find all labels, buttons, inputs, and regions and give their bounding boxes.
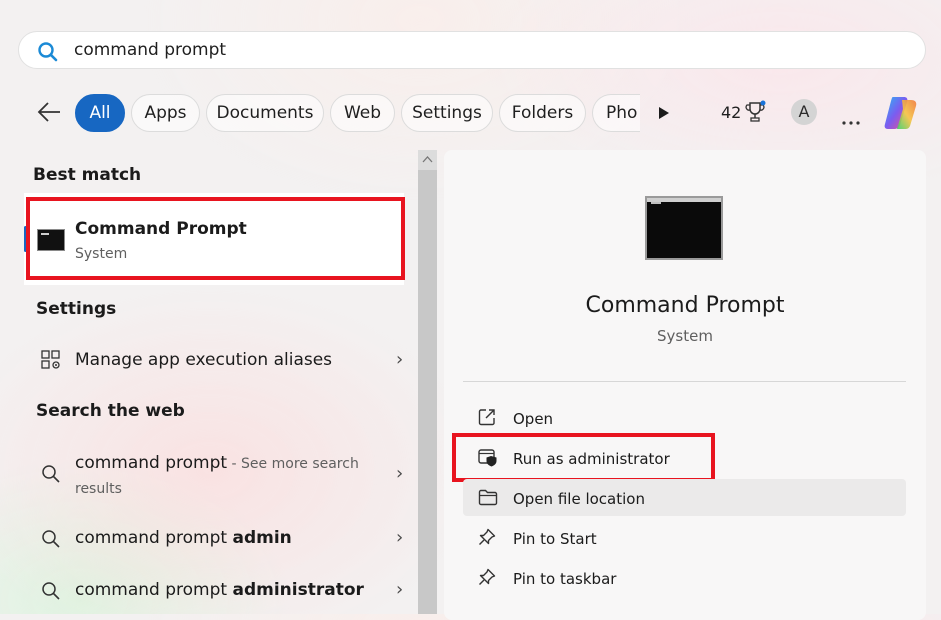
detail-subtitle: System (657, 327, 713, 345)
settings-result-label: Manage app execution aliases (75, 350, 333, 370)
results-scrollbar[interactable] (418, 150, 437, 614)
web-result-query: command prompt (75, 580, 233, 600)
best-match-heading: Best match (33, 165, 142, 185)
filter-tab-documents[interactable]: Documents (206, 94, 324, 132)
chevron-right-icon: › (396, 349, 404, 370)
web-result-query: command prompt (75, 528, 233, 548)
copilot-icon[interactable] (882, 95, 920, 135)
action-open-file-location-label: Open file location (513, 490, 645, 508)
web-result-bold-term: admin (232, 528, 292, 548)
detail-divider (463, 381, 906, 382)
web-result-suffix: - See more search (227, 456, 359, 472)
search-icon (41, 464, 61, 488)
search-icon (41, 529, 61, 553)
detail-title: Command Prompt (585, 293, 785, 318)
search-web-heading: Search the web (36, 401, 185, 421)
search-icon (41, 581, 61, 605)
pin-icon (478, 568, 496, 590)
scroll-filters-right-icon[interactable] (658, 105, 670, 124)
open-external-icon (478, 408, 496, 430)
filter-tab-folders[interactable]: Folders (499, 94, 586, 132)
pin-icon (478, 528, 496, 550)
filter-tab-photos[interactable]: Pho (592, 94, 640, 132)
rewards-points[interactable]: 42 (721, 103, 741, 122)
more-options-icon[interactable] (842, 110, 860, 129)
search-icon (37, 41, 59, 67)
filter-tab-web[interactable]: Web (330, 94, 395, 132)
chevron-right-icon: › (396, 527, 404, 548)
web-result-bold-term: administrator (232, 580, 364, 600)
command-prompt-large-icon (645, 196, 723, 260)
web-result-query: command prompt (75, 453, 228, 473)
back-arrow-icon[interactable] (36, 100, 62, 128)
filter-tab-all[interactable]: All (75, 94, 125, 132)
web-result-suffix-line2: results (75, 481, 122, 497)
action-pin-to-taskbar-label: Pin to taskbar (513, 570, 617, 588)
filter-tab-settings[interactable]: Settings (401, 94, 493, 132)
rewards-trophy-icon[interactable] (745, 100, 767, 128)
chevron-right-icon: › (396, 579, 404, 600)
settings-heading: Settings (36, 299, 117, 319)
highlight-box-run-as-administrator (452, 433, 715, 482)
highlight-box-best-match (26, 197, 405, 280)
chevron-right-icon: › (396, 463, 404, 484)
action-open-label: Open (513, 410, 554, 428)
filter-tab-apps[interactable]: Apps (131, 94, 200, 132)
account-avatar[interactable]: A (791, 99, 817, 125)
app-aliases-settings-icon (41, 350, 61, 374)
scroll-up-button[interactable] (418, 150, 437, 170)
folder-icon (478, 489, 498, 510)
search-box[interactable]: command prompt (18, 31, 926, 69)
action-pin-to-start-label: Pin to Start (513, 530, 597, 548)
search-input[interactable]: command prompt (74, 40, 226, 60)
